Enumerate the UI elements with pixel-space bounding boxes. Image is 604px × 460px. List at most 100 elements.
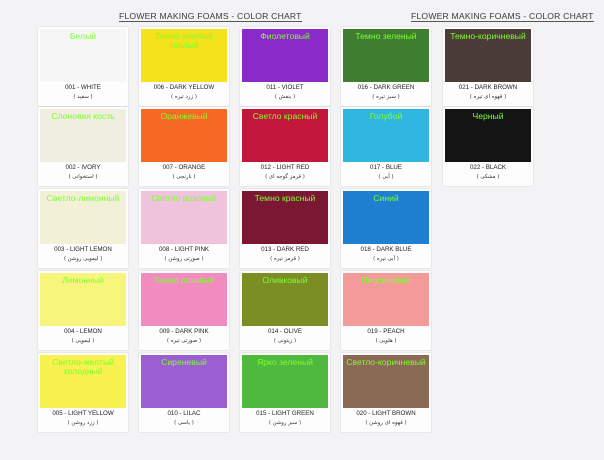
swatch-code-label: 004 - LEMON — [64, 328, 102, 335]
swatch-persian-label: ( استخوانی ) — [68, 174, 98, 180]
swatch-code-label: 012 - LIGHT RED — [260, 164, 310, 171]
swatch-code-label: 015 - LIGHT GREEN — [256, 410, 314, 417]
swatch-russian-label: Персиковый — [361, 275, 411, 285]
color-swatch: Фиолетовый — [242, 29, 328, 82]
swatch-russian-label: Темно красный — [254, 193, 316, 203]
swatch-russian-label: Темно-желтый теплый — [154, 31, 213, 50]
color-swatch: Белый — [40, 29, 126, 82]
swatch-persian-label: ( لیمویی روشن ) — [63, 256, 103, 262]
swatch-persian-label: ( صورتی روشن ) — [164, 256, 204, 262]
swatch-persian-label: ( بنفش ) — [274, 94, 296, 100]
swatch-persian-label: ( قهوه ای تیره ) — [469, 94, 507, 100]
swatch-persian-label: ( آبی ) — [378, 174, 394, 180]
swatch-code-label: 018 - DARK BLUE — [360, 246, 412, 253]
color-swatch: Темно-желтый теплый — [141, 29, 227, 82]
swatch-russian-label: Светло-коричневый — [346, 357, 426, 367]
color-swatch-card: Светло-лимонный 003 - LIGHT LEMON ( لیمویی… — [38, 189, 128, 268]
swatch-persian-label: ( لیمویی ) — [71, 338, 95, 344]
color-swatch-card: Светло-коричневый 020 - LIGHT BROWN ( قهوه… — [341, 353, 431, 432]
color-swatch: Ярко зеленый — [242, 355, 328, 408]
swatch-russian-label: Светло розовый — [151, 193, 217, 203]
swatch-code-label: 003 - LIGHT LEMON — [54, 246, 112, 253]
swatch-code-label: 016 - DARK GREEN — [357, 84, 415, 91]
color-swatch-card: Голубой 017 - BLUE ( آبی ) — [341, 107, 431, 186]
swatch-code-label: 006 - DARK YELLOW — [153, 84, 215, 91]
swatch-code-label: 022 - BLACK — [469, 164, 507, 171]
color-swatch-card: Оранжевый 007 - ORANGE ( نارنجی ) — [139, 107, 229, 186]
swatch-code-label: 017 - BLUE — [370, 164, 402, 171]
color-swatch-card: Темно-желтый теплый 006 - DARK YELLOW ( زر… — [139, 27, 229, 106]
color-swatch-card: Фиолетовый 011 - VIOLET ( بنفش ) — [240, 27, 330, 106]
color-swatch-card: Темно розовый 009 - DARK PINK ( صورتی تیره… — [139, 271, 229, 350]
color-swatch: Черный — [445, 109, 531, 162]
swatch-persian-label: ( سبز روشن ) — [268, 420, 302, 426]
swatch-persian-label: ( آبی تیره ) — [373, 256, 399, 262]
color-swatch: Светло-коричневый — [343, 355, 429, 408]
swatch-persian-label: ( صورتی تیره ) — [166, 338, 202, 344]
chart-title-left: FLOWER MAKING FOAMS - COLOR CHART — [119, 11, 302, 22]
swatch-persian-label: ( سبز تیره ) — [372, 94, 400, 100]
color-swatch: Темно красный — [242, 191, 328, 244]
color-swatch: Темно зеленый — [343, 29, 429, 82]
swatch-persian-label: ( زرد تیره ) — [171, 94, 197, 100]
swatch-russian-label: Светло-желтый холодный — [52, 357, 114, 376]
swatch-russian-label: Черный — [472, 111, 504, 121]
swatch-persian-label: ( قهوه ای روشن ) — [365, 420, 407, 426]
swatch-code-label: 005 - LIGHT YELLOW — [52, 410, 114, 417]
color-swatch-card: Ярко зеленый 015 - LIGHT GREEN ( سبز روشن … — [240, 353, 330, 432]
swatch-persian-label: ( قرمز گوجه ای ) — [265, 174, 305, 180]
color-swatch-card: Синий 018 - DARK BLUE ( آبی تیره ) — [341, 189, 431, 268]
swatch-persian-label: ( سفید ) — [73, 94, 93, 100]
swatch-code-label: 008 - LIGHT PINK — [158, 246, 210, 253]
swatch-russian-label: Светло-лимонный — [46, 193, 120, 203]
swatch-russian-label: Темно зеленый — [355, 31, 417, 41]
color-swatch: Лимонный — [40, 273, 126, 326]
swatch-russian-label: Оливковый — [262, 275, 308, 285]
swatch-code-label: 021 - DARK BROWN — [458, 84, 518, 91]
color-swatch: Оливковый — [242, 273, 328, 326]
swatch-russian-label: Лимонный — [62, 275, 104, 285]
swatch-russian-label: Голубой — [369, 111, 403, 121]
color-swatch: Темно-коричневый — [445, 29, 531, 82]
color-swatch-card: Темно зеленый 016 - DARK GREEN ( سبز تیره … — [341, 27, 431, 106]
swatch-russian-label: Темно-коричневый — [450, 31, 526, 41]
swatch-code-label: 020 - LIGHT BROWN — [356, 410, 416, 417]
color-swatch-card: Белый 001 - WHITE ( سفید ) — [38, 27, 128, 106]
color-swatch-card: Черный 022 - BLACK ( مشکی ) — [443, 107, 533, 186]
swatch-russian-label: Светло красный — [252, 111, 318, 121]
swatch-persian-label: ( هلویی ) — [375, 338, 397, 344]
swatch-russian-label: Оранжевый — [160, 111, 208, 121]
swatch-code-label: 002 - IVORY — [65, 164, 101, 171]
swatch-russian-label: Ярко зеленый — [257, 357, 313, 367]
swatch-persian-label: ( نارنجی ) — [172, 174, 196, 180]
color-swatch: Сиреневый — [141, 355, 227, 408]
color-swatch: Светло красный — [242, 109, 328, 162]
swatch-code-label: 013 - DARK RED — [261, 246, 309, 253]
color-swatch: Светло-лимонный — [40, 191, 126, 244]
color-swatch-card: Персиковый 019 - PEACH ( هلویی ) — [341, 271, 431, 350]
color-swatch: Светло-желтый холодный — [40, 355, 126, 408]
swatch-persian-label: ( زرد روشن ) — [67, 420, 99, 426]
swatch-code-label: 019 - PEACH — [367, 328, 405, 335]
swatch-code-label: 010 - LILAC — [167, 410, 201, 417]
color-swatch: Слоновая кость — [40, 109, 126, 162]
swatch-russian-label: Слоновая кость — [51, 111, 115, 121]
swatch-code-label: 011 - VIOLET — [266, 84, 304, 91]
swatch-russian-label: Темно розовый — [153, 275, 215, 285]
swatch-russian-label: Белый — [69, 31, 97, 41]
color-chart-page: FLOWER MAKING FOAMS - COLOR CHART FLOWER… — [0, 0, 604, 460]
swatch-russian-label: Фиолетовый — [260, 31, 310, 41]
color-swatch-card: Слоновая кость 002 - IVORY ( استخوانی ) — [38, 107, 128, 186]
color-swatch: Светло розовый — [141, 191, 227, 244]
swatch-persian-label: ( قرمز تیره ) — [270, 256, 300, 262]
swatch-code-label: 009 - DARK PINK — [159, 328, 209, 335]
color-swatch-card: Сиреневый 010 - LILAC ( یاسی ) — [139, 353, 229, 432]
chart-title-right: FLOWER MAKING FOAMS - COLOR CHART — [411, 11, 594, 22]
color-swatch-card: Лимонный 004 - LEMON ( لیمویی ) — [38, 271, 128, 350]
color-swatch: Темно розовый — [141, 273, 227, 326]
color-swatch: Персиковый — [343, 273, 429, 326]
color-swatch: Голубой — [343, 109, 429, 162]
color-swatch-card: Светло красный 012 - LIGHT RED ( قرمز گوجه… — [240, 107, 330, 186]
swatch-russian-label: Сиреневый — [161, 357, 207, 367]
color-swatch-card: Оливковый 014 - OLIVE ( زیتونی ) — [240, 271, 330, 350]
